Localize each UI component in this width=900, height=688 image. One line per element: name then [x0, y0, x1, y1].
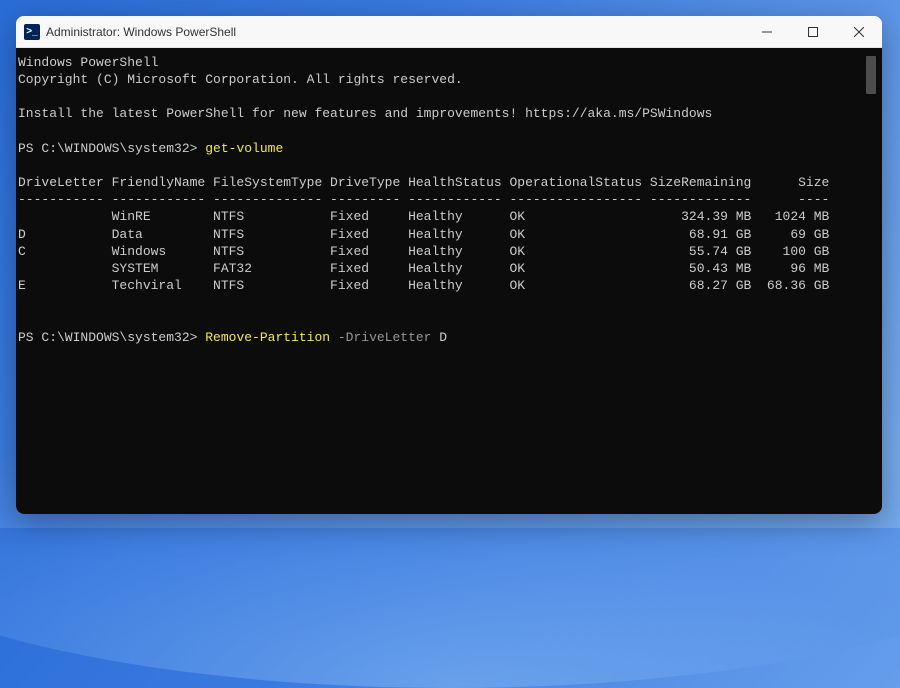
- window-title: Administrator: Windows PowerShell: [46, 25, 744, 39]
- table-header: DriveLetter FriendlyName FileSystemType …: [18, 174, 864, 191]
- command-2-value: D: [439, 330, 447, 345]
- table-row: D Data NTFS Fixed Healthy OK 68.91 GB 69…: [18, 226, 864, 243]
- blank-line: [18, 88, 864, 105]
- table-row: SYSTEM FAT32 Fixed Healthy OK 50.43 MB 9…: [18, 260, 864, 277]
- table-row: WinRE NTFS Fixed Healthy OK 324.39 MB 10…: [18, 208, 864, 225]
- maximize-icon: [808, 27, 818, 37]
- close-button[interactable]: [836, 16, 882, 48]
- blank-line: [18, 123, 864, 140]
- blank-line: [18, 157, 864, 174]
- install-msg-line: Install the latest PowerShell for new fe…: [18, 105, 864, 122]
- prompt-prefix: PS C:\WINDOWS\system32>: [18, 330, 205, 345]
- terminal-output[interactable]: Windows PowerShellCopyright (C) Microsof…: [18, 54, 864, 508]
- copyright-line: Copyright (C) Microsoft Corporation. All…: [18, 71, 864, 88]
- table-separator: ----------- ------------ -------------- …: [18, 191, 864, 208]
- window-controls: [744, 16, 882, 48]
- powershell-window: >_ Administrator: Windows PowerShell Win…: [16, 16, 882, 514]
- minimize-button[interactable]: [744, 16, 790, 48]
- blank-line: [18, 311, 864, 328]
- prompt-line-1: PS C:\WINDOWS\system32> get-volume: [18, 140, 864, 157]
- powershell-icon: >_: [24, 24, 40, 40]
- powershell-icon-glyph: >_: [26, 26, 37, 37]
- table-row: C Windows NTFS Fixed Healthy OK 55.74 GB…: [18, 243, 864, 260]
- scrollbar[interactable]: [864, 54, 878, 508]
- blank-line: [18, 294, 864, 311]
- maximize-button[interactable]: [790, 16, 836, 48]
- close-icon: [854, 27, 864, 37]
- prompt-prefix: PS C:\WINDOWS\system32>: [18, 141, 205, 156]
- header-line: Windows PowerShell: [18, 54, 864, 71]
- prompt-line-2: PS C:\WINDOWS\system32> Remove-Partition…: [18, 329, 864, 346]
- command-2-cmdlet: Remove-Partition: [205, 330, 338, 345]
- table-row: E Techviral NTFS Fixed Healthy OK 68.27 …: [18, 277, 864, 294]
- minimize-icon: [762, 27, 772, 37]
- titlebar[interactable]: >_ Administrator: Windows PowerShell: [16, 16, 882, 48]
- scrollbar-thumb[interactable]: [866, 56, 876, 94]
- command-1: get-volume: [205, 141, 283, 156]
- terminal-area[interactable]: Windows PowerShellCopyright (C) Microsof…: [16, 48, 882, 514]
- command-2-param: -DriveLetter: [338, 330, 439, 345]
